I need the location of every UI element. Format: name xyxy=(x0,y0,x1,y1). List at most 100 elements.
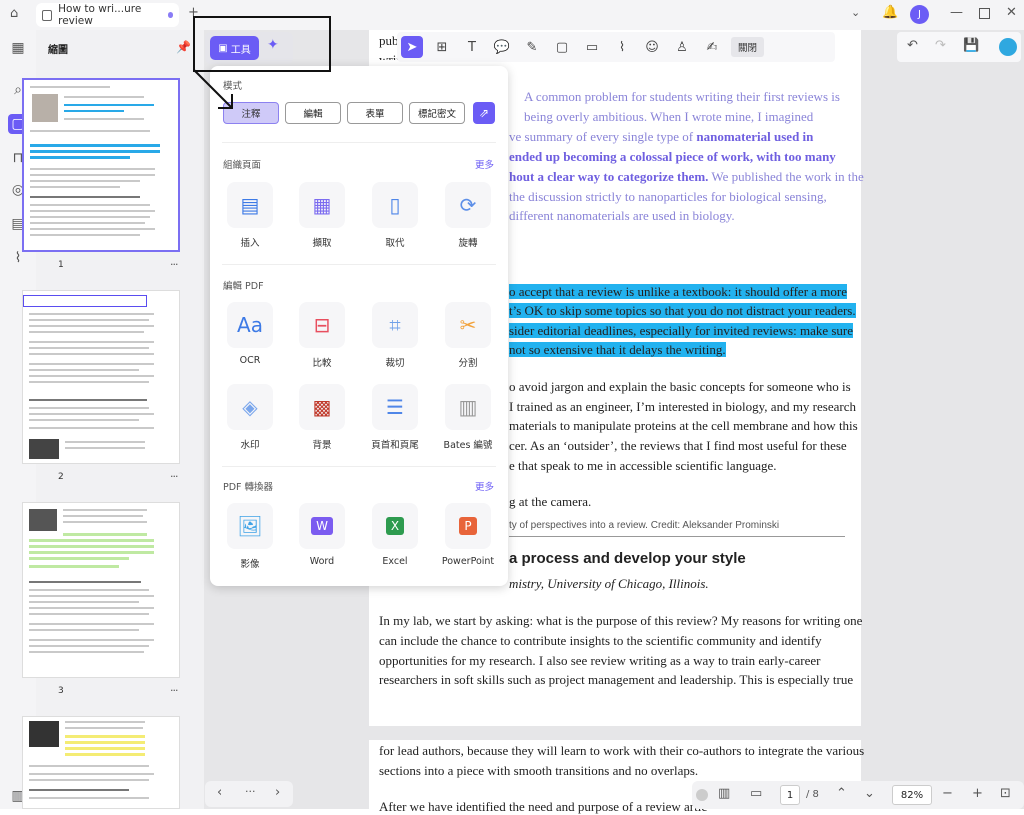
annotation-arrow xyxy=(193,69,233,109)
signature-icon[interactable]: ✍ xyxy=(701,36,723,58)
reading-mode-icon[interactable]: ▥ xyxy=(718,786,730,801)
grid-icon[interactable]: ▦ xyxy=(8,38,28,58)
doc-line: After we have identified the need and pu… xyxy=(379,799,708,814)
page-options-1[interactable]: ··· xyxy=(170,258,178,271)
tool-label: 比較 xyxy=(312,358,332,369)
doc-line: being overly ambitious. When I wrote min… xyxy=(524,109,814,124)
comment-icon[interactable]: 💬 xyxy=(491,36,513,58)
page-options-3[interactable]: ··· xyxy=(170,684,178,697)
zoom-level[interactable]: 82% xyxy=(892,785,932,805)
organize-section-title: 組織頁面 xyxy=(223,160,262,171)
stamp-icon[interactable]: ♙ xyxy=(671,36,693,58)
annotation-toolbar: ➤ ⊞ T 💬 ✎ ▢ ▭ ⌇ ☺ ♙ ✍ 關閉 xyxy=(397,32,835,62)
doc-line: the discussion strictly to nanoparticles… xyxy=(509,189,827,204)
thumbnail-page-3[interactable] xyxy=(22,502,180,678)
zoom-in-icon[interactable]: + xyxy=(972,786,983,801)
doc-line-bold: nanomaterial used in xyxy=(696,129,814,144)
doc-line-bold: ended up becoming a colossal piece of wo… xyxy=(509,149,836,164)
title-bar: ⌂ How to wri...ure review + ⌄ 🔔 J — ✕ xyxy=(0,0,1024,30)
crop-tool[interactable]: ⌗ 裁切 xyxy=(365,302,425,369)
convert-more-link[interactable]: 更多 xyxy=(475,479,494,493)
minimize-icon[interactable]: — xyxy=(950,5,963,20)
extract-tool[interactable]: ▦ 擷取 xyxy=(292,182,352,249)
attachment-icon[interactable]: ⌇ xyxy=(611,36,633,58)
tool-label: 擷取 xyxy=(312,238,332,249)
thumbnail-page-1[interactable] xyxy=(22,78,180,252)
photo-credit: ty of perspectives into a review. Credit… xyxy=(509,520,780,531)
document-tab[interactable]: How to wri...ure review xyxy=(36,3,179,27)
ocr-tool[interactable]: Aa OCR xyxy=(220,302,280,366)
chevron-down-icon[interactable]: ⌄ xyxy=(851,6,860,19)
ai-assistant-icon[interactable] xyxy=(999,38,1017,56)
watermark-tool[interactable]: ◈ 水印 xyxy=(220,384,280,451)
tab-title: How to wri...ure review xyxy=(58,3,142,27)
more-icon[interactable]: ··· xyxy=(245,785,256,798)
organize-more-link[interactable]: 更多 xyxy=(475,157,494,171)
zoom-out-icon[interactable]: − xyxy=(942,786,953,801)
bates-number-tool[interactable]: ▥ Bates 編號 xyxy=(438,384,498,451)
select-tool-icon[interactable]: ➤ xyxy=(401,36,423,58)
mode-edit[interactable]: 編輯 xyxy=(285,102,341,124)
header-footer-tool[interactable]: ☰ 頁首和頁尾 xyxy=(365,384,425,451)
insert-tool[interactable]: ▤ 插入 xyxy=(220,182,280,249)
maximize-icon[interactable] xyxy=(979,8,990,19)
sticker-icon[interactable]: ☺ xyxy=(641,36,663,58)
tool-label: 背景 xyxy=(312,440,332,451)
popout-icon[interactable]: ⇗ xyxy=(473,102,495,124)
compare-tool[interactable]: ⊟ 比較 xyxy=(292,302,352,369)
pen-icon[interactable]: ✎ xyxy=(521,36,543,58)
tool-label: OCR xyxy=(239,355,261,366)
thumbnail-page-4[interactable] xyxy=(22,716,180,809)
highlighted-line: sider editorial deadlines, especially fo… xyxy=(509,323,854,338)
excel-convert-tool[interactable]: X Excel xyxy=(365,503,425,567)
text-icon[interactable]: T xyxy=(461,36,483,58)
save-icon[interactable]: 💾 xyxy=(963,38,979,53)
chevron-left-icon[interactable]: ‹ xyxy=(217,785,222,800)
background-icon: ▩ xyxy=(299,384,345,430)
doc-line-bold: hout a clear way to categorize them. xyxy=(509,169,709,184)
pin-icon[interactable]: 📌 xyxy=(176,40,191,54)
doc-line: o avoid jargon and explain the basic con… xyxy=(509,379,851,394)
tool-label: 水印 xyxy=(240,440,260,451)
thumbnail-page-2[interactable] xyxy=(22,290,180,464)
page-total: / 8 xyxy=(806,789,819,800)
page-options-2[interactable]: ··· xyxy=(170,470,178,483)
shape-icon[interactable]: ▢ xyxy=(551,36,573,58)
word-convert-tool[interactable]: W Word xyxy=(292,503,352,567)
divider xyxy=(222,466,496,467)
doc-line: opportunities for my research. I also se… xyxy=(379,653,821,668)
chevron-down-icon[interactable]: ⌄ xyxy=(864,786,875,801)
home-icon[interactable]: ⌂ xyxy=(10,6,18,21)
rotate-tool[interactable]: ⟳ 旋轉 xyxy=(438,182,498,249)
chevron-right-icon[interactable]: › xyxy=(275,785,280,800)
presentation-icon[interactable]: ▭ xyxy=(750,786,762,801)
close-icon[interactable]: ✕ xyxy=(1006,5,1017,20)
divider xyxy=(509,536,845,537)
insert-icon: ▤ xyxy=(227,182,273,228)
split-tool[interactable]: ✂ 分割 xyxy=(438,302,498,369)
avatar[interactable]: J xyxy=(910,5,929,24)
tool-label: 頁首和頁尾 xyxy=(371,440,419,451)
compare-icon: ⊟ xyxy=(299,302,345,348)
close-toolbar-button[interactable]: 關閉 xyxy=(731,37,765,57)
chevron-up-icon[interactable]: ⌃ xyxy=(836,786,847,801)
undo-icon[interactable]: ↶ xyxy=(907,38,918,53)
replace-tool[interactable]: ▯ 取代 xyxy=(365,182,425,249)
tool-label: 分割 xyxy=(458,358,478,369)
mode-redact[interactable]: 標記密文 xyxy=(409,102,465,124)
collapse-icon[interactable] xyxy=(696,789,708,801)
redo-icon[interactable]: ↷ xyxy=(935,38,946,53)
tool-label: 取代 xyxy=(385,238,405,249)
page-number-input[interactable]: 1 xyxy=(780,785,800,805)
textbox-icon[interactable]: ⊞ xyxy=(431,36,453,58)
image-convert-tool[interactable]: 🖼 影像 xyxy=(220,503,280,570)
background-tool[interactable]: ▩ 背景 xyxy=(292,384,352,451)
tool-label: Excel xyxy=(382,556,408,567)
fit-page-icon[interactable]: ⊡ xyxy=(1000,786,1011,801)
replace-icon: ▯ xyxy=(372,182,418,228)
tool-label: Word xyxy=(309,556,335,567)
bell-icon[interactable]: 🔔 xyxy=(882,5,898,20)
powerpoint-convert-tool[interactable]: P PowerPoint xyxy=(438,503,498,567)
mode-form[interactable]: 表單 xyxy=(347,102,403,124)
measure-icon[interactable]: ▭ xyxy=(581,36,603,58)
